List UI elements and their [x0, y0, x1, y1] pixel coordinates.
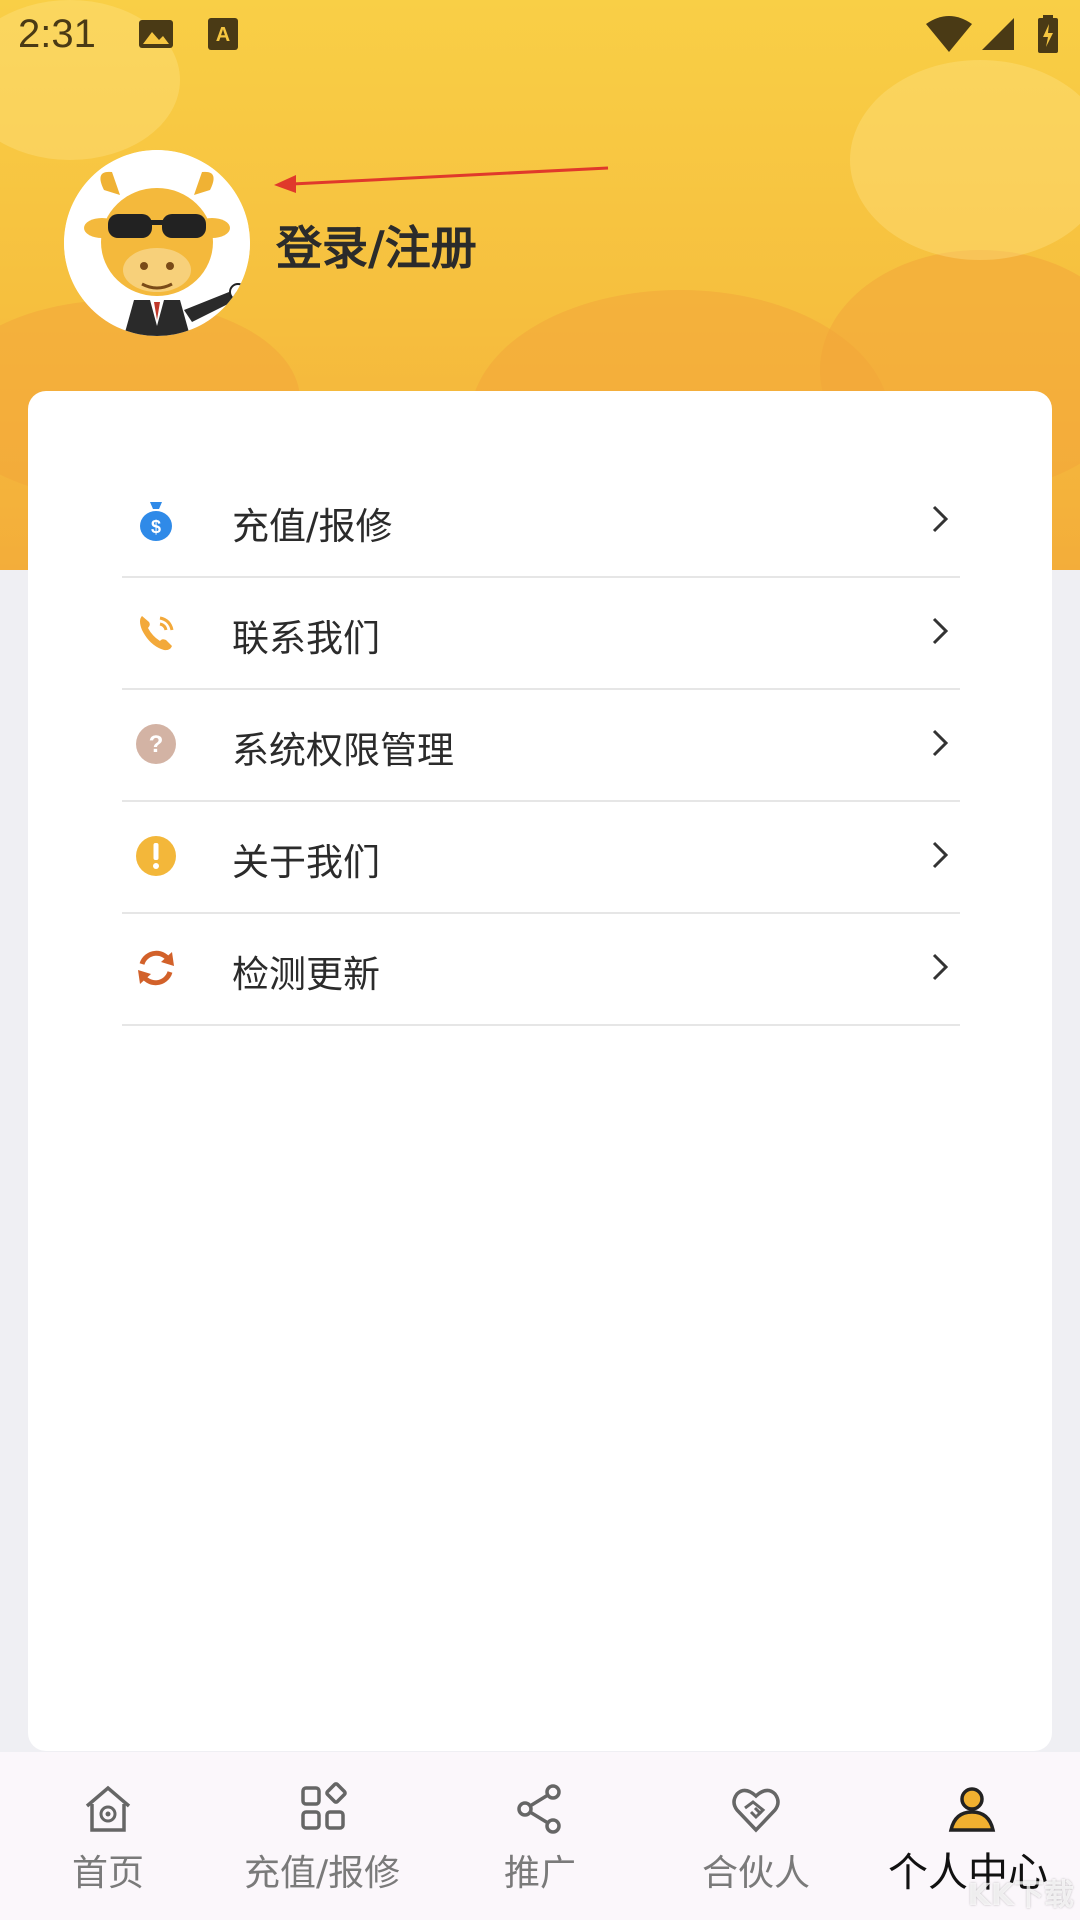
tab-promote[interactable]: 推广	[432, 1752, 648, 1920]
signal-icon	[982, 18, 1014, 50]
status-bar: 2:31 A	[0, 0, 1080, 76]
cow-mascot-avatar	[64, 150, 250, 336]
tab-recharge-repair[interactable]: 充值/报修	[216, 1752, 432, 1920]
tab-label: 充值/报修	[244, 1853, 401, 1894]
svg-text:$: $	[151, 517, 161, 537]
bottom-tab-bar: 首页 充值/报修 推广 合伙人 个人中心	[0, 1752, 1080, 1920]
tab-label: 首页	[72, 1853, 145, 1894]
home-icon	[85, 1785, 131, 1832]
refresh-icon	[138, 950, 174, 986]
menu-item-contact-us[interactable]: 联系我们	[122, 576, 960, 690]
watermark: KK下载	[967, 1878, 1075, 1913]
tab-home[interactable]: 首页	[0, 1752, 216, 1920]
annotation-arrow	[274, 166, 609, 193]
menu-item-label: 联系我们	[232, 617, 380, 660]
handshake-icon	[732, 1788, 780, 1833]
menu-item-about-us[interactable]: 关于我们	[122, 800, 960, 914]
share-icon	[517, 1784, 561, 1834]
menu-item-check-update[interactable]: 检测更新	[122, 912, 960, 1026]
person-icon	[948, 1787, 996, 1832]
wifi-icon	[926, 16, 972, 52]
menu-item-label: 关于我们	[232, 841, 380, 884]
phone-icon	[140, 616, 174, 651]
money-bag-icon: $	[140, 502, 172, 541]
menu-item-label: 系统权限管理	[232, 729, 454, 772]
battery-charging-icon	[1038, 15, 1058, 53]
svg-text:?: ?	[149, 731, 164, 758]
menu-item-recharge-repair[interactable]: $ 充值/报修	[122, 464, 960, 578]
tab-partner[interactable]: 合伙人	[648, 1752, 864, 1920]
login-register-link[interactable]: 登录/注册	[276, 212, 477, 278]
svg-text:A: A	[216, 24, 230, 46]
chevron-right-icon	[932, 617, 949, 645]
status-time: 2:31	[18, 12, 96, 56]
tab-label: 推广	[504, 1853, 577, 1894]
avatar[interactable]	[64, 150, 250, 336]
chevron-right-icon	[932, 953, 949, 981]
tab-label: 合伙人	[702, 1853, 811, 1894]
menu-item-label: 检测更新	[232, 953, 380, 996]
chevron-right-icon	[932, 729, 949, 757]
menu-item-label: 充值/报修	[232, 505, 393, 548]
apps-icon	[301, 1782, 347, 1830]
keyboard-a-icon: A	[208, 18, 238, 50]
chevron-right-icon	[932, 841, 949, 869]
menu-item-permissions[interactable]: ? 系统权限管理	[122, 688, 960, 802]
image-icon	[139, 20, 173, 48]
chevron-right-icon	[932, 505, 949, 533]
info-exclamation-icon	[136, 836, 176, 876]
question-icon: ?	[136, 724, 176, 764]
